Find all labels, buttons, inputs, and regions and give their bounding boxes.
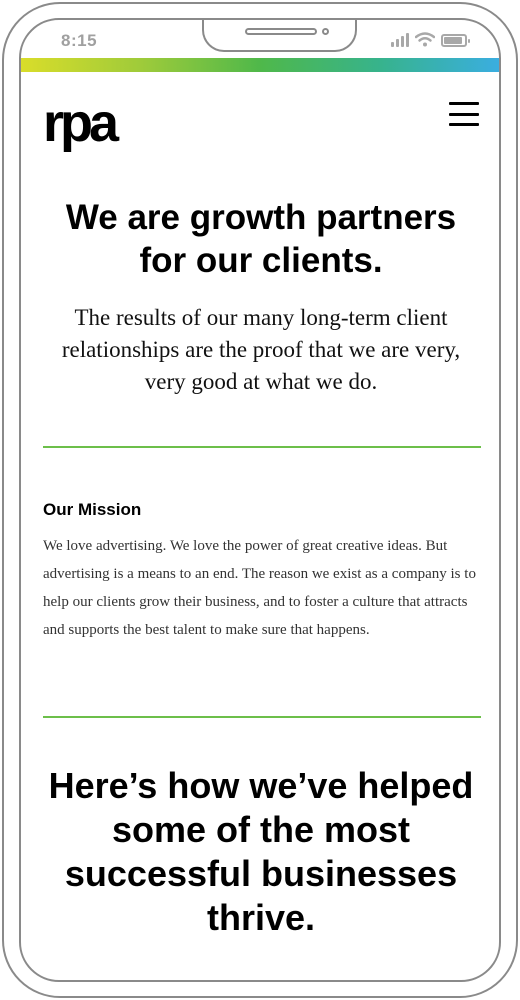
closing-heading: Here’s how we’ve helped some of the most… (48, 765, 474, 938)
mission-heading: Our Mission (43, 500, 142, 519)
phone-screen: 8:15 rpa We are growth partners for our … (19, 18, 501, 982)
brand-gradient-bar (21, 58, 499, 72)
section-divider (43, 716, 481, 718)
phone-notch (202, 20, 357, 52)
hero-subheading: The results of our many long-term client… (61, 305, 461, 394)
status-icons (391, 32, 470, 47)
wifi-icon (415, 32, 435, 47)
hamburger-menu-icon[interactable] (449, 102, 479, 126)
hero-heading: We are growth partners for our clients. (65, 198, 457, 280)
signal-icon (391, 33, 409, 47)
mission-body: We love advertising. We love the power o… (43, 538, 476, 638)
battery-icon (441, 34, 470, 47)
front-camera (322, 28, 329, 35)
speaker-grille (245, 28, 317, 35)
status-time: 8:15 (61, 31, 98, 50)
rpa-logo[interactable]: rpa (43, 96, 119, 150)
section-divider (43, 446, 481, 448)
